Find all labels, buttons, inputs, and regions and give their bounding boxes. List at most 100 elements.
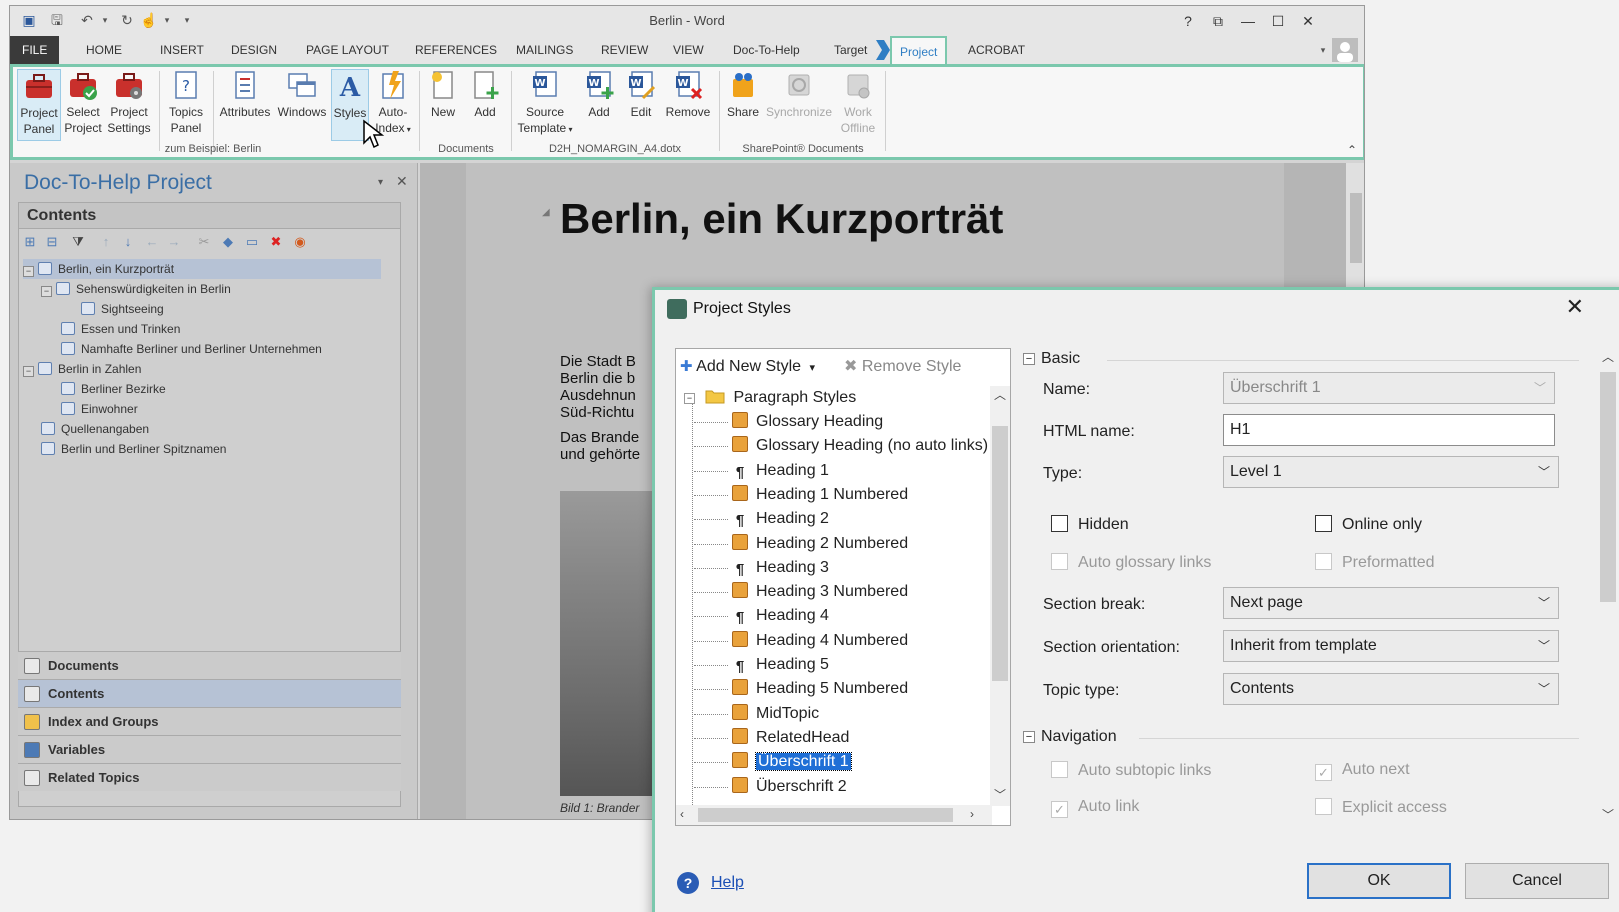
checkmark-icon[interactable]: ✓: [1051, 801, 1068, 818]
cut-topic-icon[interactable]: ✂: [195, 233, 213, 251]
style-tree-item[interactable]: RelatedHead: [694, 726, 849, 750]
nav-contents[interactable]: Contents: [18, 679, 401, 707]
delete-icon[interactable]: ✖: [267, 233, 285, 251]
tree-node[interactable]: Quellenangaben: [41, 419, 149, 439]
cancel-button[interactable]: Cancel: [1465, 863, 1609, 899]
html-name-field[interactable]: H1: [1223, 414, 1555, 446]
project-settings-button[interactable]: Project Settings: [105, 69, 153, 141]
style-tree-item[interactable]: Heading 2 Numbered: [694, 532, 908, 556]
collapse-icon[interactable]: −: [1023, 353, 1035, 365]
style-tree-item[interactable]: Heading 1 Numbered: [694, 483, 908, 507]
nav-variables[interactable]: Variables: [18, 735, 401, 763]
auto-next-checkbox[interactable]: ✓ Auto next: [1315, 761, 1410, 781]
auto-subtopic-links-checkbox[interactable]: Auto subtopic links: [1051, 761, 1211, 780]
help-icon[interactable]: ?: [677, 872, 699, 894]
source-template-button[interactable]: W Source Template ▾: [515, 69, 575, 141]
new-document-button[interactable]: New: [423, 69, 463, 141]
tree-vertical-scrollbar[interactable]: ︿ ﹀: [990, 386, 1010, 806]
checkbox-box[interactable]: [1051, 761, 1068, 778]
select-project-button[interactable]: Select Project: [61, 69, 105, 141]
tab-review[interactable]: REVIEW: [593, 36, 656, 64]
auto-glossary-links-checkbox[interactable]: Auto glossary links: [1051, 553, 1211, 572]
tree-node[interactable]: − Berlin in Zahlen: [23, 359, 141, 379]
tab-references[interactable]: REFERENCES: [407, 36, 505, 64]
filter-icon[interactable]: ⧩: [69, 233, 87, 251]
scroll-thumb[interactable]: [698, 808, 953, 822]
properties-scrollbar[interactable]: ︿ ﹀: [1598, 348, 1618, 826]
name-field[interactable]: Überschrift 1 ﹀: [1223, 372, 1555, 404]
ribbon-options-icon[interactable]: ▾: [1314, 41, 1332, 59]
collapse-icon[interactable]: −: [1023, 731, 1035, 743]
rename-icon[interactable]: ▭: [243, 233, 261, 251]
tree-node[interactable]: − Berlin, ein Kurzporträt: [23, 259, 381, 279]
move-up-icon[interactable]: ↑: [97, 233, 115, 251]
checkbox-box[interactable]: [1315, 553, 1332, 570]
type-select[interactable]: Level 1 ﹀: [1223, 456, 1559, 488]
close-icon[interactable]: ✕: [1294, 10, 1322, 32]
tree-node[interactable]: Berlin und Berliner Spitznamen: [41, 439, 226, 459]
tab-acrobat[interactable]: ACROBAT: [960, 36, 1033, 64]
project-panel-button[interactable]: Project Panel: [17, 69, 61, 141]
style-tree-item[interactable]: ¶ Heading 2: [694, 507, 829, 531]
nav-index-and-groups[interactable]: Index and Groups: [18, 707, 401, 735]
minimize-icon[interactable]: —: [1234, 10, 1262, 32]
tree-node[interactable]: Namhafte Berliner und Berliner Unternehm…: [61, 339, 322, 359]
work-offline-button[interactable]: Work Offline: [835, 69, 881, 141]
style-tree-item[interactable]: Überschrift 2: [694, 775, 847, 799]
tree-node[interactable]: Essen und Trinken: [61, 319, 180, 339]
style-tree-item[interactable]: Heading 4 Numbered: [694, 629, 908, 653]
checkbox-box[interactable]: [1051, 553, 1068, 570]
add-template-button[interactable]: W Add: [579, 69, 619, 141]
collapse-icon[interactable]: −: [23, 266, 34, 277]
add-subtopic-icon[interactable]: ⊟: [43, 233, 61, 251]
move-left-icon[interactable]: ←: [143, 233, 161, 251]
section-break-select[interactable]: Next page ﹀: [1223, 587, 1559, 619]
synchronize-button[interactable]: Synchronize: [765, 69, 833, 141]
ribbon-display-icon[interactable]: ⧉: [1204, 10, 1232, 32]
tree-horizontal-scrollbar[interactable]: ‹ ›: [676, 805, 992, 825]
topic-type-select[interactable]: Contents ﹀: [1223, 673, 1559, 705]
style-tree-item[interactable]: Glossary Heading: [694, 410, 883, 434]
tab-design[interactable]: DESIGN: [223, 36, 285, 64]
auto-link-checkbox[interactable]: ✓ Auto link: [1051, 798, 1139, 818]
style-tree-item[interactable]: ¶ Heading 5: [694, 653, 829, 677]
tab-insert[interactable]: INSERT: [152, 36, 212, 64]
add-topic-icon[interactable]: ⊞: [21, 233, 39, 251]
scroll-thumb[interactable]: [1350, 193, 1362, 263]
tab-view[interactable]: VIEW: [665, 36, 712, 64]
checkbox-box[interactable]: [1315, 798, 1332, 815]
topics-panel-button[interactable]: ? Topics Panel: [163, 69, 209, 141]
preformatted-checkbox[interactable]: Preformatted: [1315, 553, 1434, 572]
explicit-access-checkbox[interactable]: Explicit access: [1315, 798, 1447, 817]
tab-page-layout[interactable]: PAGE LAYOUT: [298, 36, 397, 64]
scroll-up-icon[interactable]: ︿: [994, 386, 1006, 403]
edit-template-button[interactable]: W Edit: [621, 69, 661, 141]
share-button[interactable]: Share: [723, 69, 763, 141]
style-tree-item[interactable]: Heading 3 Numbered: [694, 580, 908, 604]
document-scrollbar[interactable]: [1346, 163, 1364, 293]
scroll-down-icon[interactable]: ﹀: [1602, 806, 1614, 823]
remove-template-button[interactable]: W Remove: [663, 69, 713, 141]
style-tree-item[interactable]: ¶ Heading 4: [694, 604, 829, 628]
collapse-icon[interactable]: −: [23, 366, 34, 377]
tree-node[interactable]: Einwohner: [61, 399, 138, 419]
scroll-down-icon[interactable]: ﹀: [994, 786, 1006, 803]
section-orientation-select[interactable]: Inherit from template ﹀: [1223, 630, 1559, 662]
navigation-section-header[interactable]: − Navigation: [1023, 728, 1117, 746]
scroll-thumb[interactable]: [1600, 372, 1616, 602]
style-tree-item[interactable]: ¶ Heading 3: [694, 556, 829, 580]
refresh-icon[interactable]: ◉: [291, 233, 309, 251]
nav-documents[interactable]: Documents: [18, 651, 401, 679]
tab-target[interactable]: Target: [826, 36, 875, 64]
tree-node[interactable]: Berliner Bezirke: [61, 379, 166, 399]
panel-close-icon[interactable]: ✕: [396, 173, 408, 190]
help-link[interactable]: Help: [711, 874, 744, 892]
user-avatar[interactable]: [1332, 38, 1358, 62]
tab-file[interactable]: FILE: [10, 36, 60, 64]
scroll-up-icon[interactable]: ︿: [1602, 348, 1614, 365]
style-tree-item[interactable]: MidTopic: [694, 702, 819, 726]
tree-node[interactable]: − Sehenswürdigkeiten in Berlin: [41, 279, 231, 299]
ok-button[interactable]: OK: [1307, 863, 1451, 899]
checkbox-box[interactable]: [1051, 515, 1068, 532]
maximize-icon[interactable]: ☐: [1264, 10, 1292, 32]
